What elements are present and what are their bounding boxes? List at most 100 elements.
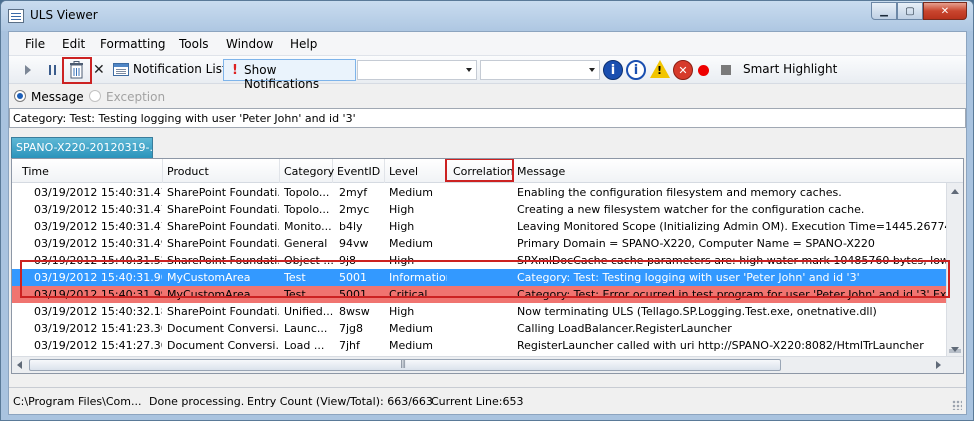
cell-eventid: 7jg8 [339, 322, 364, 335]
horizontal-scroll-thumb[interactable] [29, 359, 781, 371]
stop-icon[interactable] [721, 65, 731, 75]
menu-file[interactable]: File [25, 37, 45, 51]
cell-time: 03/19/2012 15:40:31.47 [34, 203, 162, 216]
column-header-product[interactable]: Product [163, 159, 280, 183]
notification-list-button[interactable]: Notification List [133, 62, 227, 76]
table-row[interactable]: 03/19/2012 15:40:31.47 SharePoint Foundat… [12, 218, 963, 235]
chevron-down-icon [466, 68, 472, 72]
status-state: Done processing. [149, 395, 245, 408]
smart-highlight-button[interactable]: Smart Highlight [743, 62, 837, 76]
close-button[interactable]: ✕ [923, 2, 967, 20]
menu-formatting[interactable]: Formatting [100, 37, 166, 51]
cell-message: Now terminating ULS (Tellago.SP.Logging.… [517, 305, 877, 318]
rows-highlight [20, 260, 950, 298]
cell-product: Document Conversi... [167, 322, 279, 335]
information-filter-icon[interactable]: i [626, 60, 646, 80]
scroll-up-icon[interactable] [951, 189, 959, 194]
scroll-down-icon[interactable] [951, 347, 959, 352]
cell-message: Creating a new filesystem watcher for th… [517, 203, 865, 216]
menu-edit[interactable]: Edit [62, 37, 85, 51]
info-filter-icon[interactable]: i [603, 60, 623, 80]
cell-eventid: 8wsw [339, 305, 370, 318]
log-file-tab[interactable]: SPANO-X220-20120319-... [11, 137, 153, 158]
title-bar[interactable]: ULS Viewer ▁ ▢ ✕ [1, 1, 973, 31]
column-header-eventid[interactable]: EventID [333, 159, 385, 183]
table-row[interactable]: 03/19/2012 15:40:32.18 SharePoint Foundat… [12, 303, 963, 320]
cell-category: General [284, 237, 328, 250]
message-radio-label[interactable]: Message [31, 90, 84, 104]
log-grid: Time Product Category EventID Level Corr… [11, 158, 964, 374]
toolbar: ✕ Notification List ! Show Notifications… [9, 56, 966, 91]
error-filter-icon[interactable]: ✕ [673, 60, 693, 80]
status-current-line: Current Line:653 [431, 395, 524, 408]
cell-level: High [389, 203, 415, 216]
cell-eventid: 7jhf [339, 339, 360, 352]
table-row[interactable]: 03/19/2012 15:40:31.47 SharePoint Foundat… [12, 184, 963, 201]
exception-radio [89, 90, 101, 102]
cell-time: 03/19/2012 15:40:32.18 [34, 305, 162, 318]
cell-category: Unified... [284, 305, 334, 318]
cell-product: SharePoint Foundati... [167, 305, 279, 318]
message-radio[interactable] [14, 90, 26, 102]
cell-message: RegisterLauncher called with uri http://… [517, 339, 924, 352]
column-header-level[interactable]: Level [385, 159, 447, 183]
clear-log-icon[interactable] [69, 61, 84, 79]
cell-level: Medium [389, 322, 433, 335]
menu-bar: File Edit Formatting Tools Window Help [9, 32, 966, 56]
column-header-message[interactable]: Message [513, 159, 963, 183]
cell-time: 03/19/2012 15:41:23.30 [34, 322, 162, 335]
table-row[interactable]: 03/19/2012 15:40:31.49 SharePoint Foundat… [12, 235, 963, 252]
message-detail-field[interactable]: Category: Test: Testing logging with use… [9, 108, 966, 128]
cell-category: Monito... [284, 220, 332, 233]
pause-icon[interactable] [49, 65, 56, 75]
view-mode-radios: Message Exception [9, 85, 966, 107]
table-row[interactable]: 03/19/2012 15:41:27.30 Document Conversi.… [12, 337, 963, 354]
minimize-button[interactable]: ▁ [871, 2, 897, 20]
scroll-right-icon[interactable] [936, 361, 941, 369]
cell-product: SharePoint Foundati... [167, 186, 279, 199]
grid-header: Time Product Category EventID Level Corr… [12, 159, 963, 183]
table-row[interactable]: 03/19/2012 15:41:23.30 Document Conversi.… [12, 320, 963, 337]
close-tab-icon[interactable]: ✕ [93, 62, 105, 78]
client-area: File Edit Formatting Tools Window Help ✕… [8, 31, 967, 415]
cell-level: High [389, 305, 415, 318]
menu-tools[interactable]: Tools [179, 37, 209, 51]
scroll-left-icon[interactable] [17, 361, 22, 369]
show-notifications-button[interactable]: ! Show Notifications [223, 59, 356, 91]
horizontal-scrollbar[interactable] [12, 356, 963, 373]
menu-help[interactable]: Help [290, 37, 317, 51]
cell-category: Launc... [284, 322, 328, 335]
cell-time: 03/19/2012 15:41:27.30 [34, 339, 162, 352]
menu-window[interactable]: Window [226, 37, 273, 51]
cell-time: 03/19/2012 15:40:31.47 [34, 220, 162, 233]
cell-category: Load ... [284, 339, 325, 352]
status-path: C:\Program Files\Com... [13, 395, 142, 408]
status-entry-count: Entry Count (View/Total): 663/663 [247, 395, 433, 408]
warning-symbol: ! [657, 64, 663, 77]
status-bar: C:\Program Files\Com... Done processing.… [9, 387, 966, 414]
app-icon [8, 9, 24, 23]
record-icon[interactable] [698, 65, 709, 76]
column-header-category[interactable]: Category [280, 159, 334, 183]
exclamation-icon: ! [232, 63, 238, 78]
notification-list-icon[interactable] [113, 63, 129, 76]
cell-category: Topolo... [284, 186, 330, 199]
cell-message: Calling LoadBalancer.RegisterLauncher [517, 322, 732, 335]
play-icon[interactable] [25, 65, 31, 75]
table-row[interactable]: 03/19/2012 15:40:31.47 SharePoint Foundat… [12, 201, 963, 218]
warning-filter-icon[interactable]: ! [650, 60, 670, 78]
cell-level: Medium [389, 186, 433, 199]
maximize-button[interactable]: ▢ [897, 2, 923, 20]
window-controls: ▁ ▢ ✕ [871, 2, 967, 20]
column-header-time[interactable]: Time [12, 159, 163, 183]
cell-product: SharePoint Foundati... [167, 220, 279, 233]
uls-viewer-window: ULS Viewer ▁ ▢ ✕ File Edit Formatting To… [0, 0, 974, 421]
cell-product: Document Conversi... [167, 339, 279, 352]
filter-combo-1[interactable] [357, 60, 477, 80]
filter-combo-2[interactable] [480, 60, 600, 80]
cell-message: Enabling the configuration filesystem an… [517, 186, 842, 199]
cell-eventid: 94vw [339, 237, 369, 250]
resize-grip-icon[interactable] [952, 400, 962, 410]
cell-product: SharePoint Foundati... [167, 237, 279, 250]
window-title: ULS Viewer [30, 8, 98, 22]
